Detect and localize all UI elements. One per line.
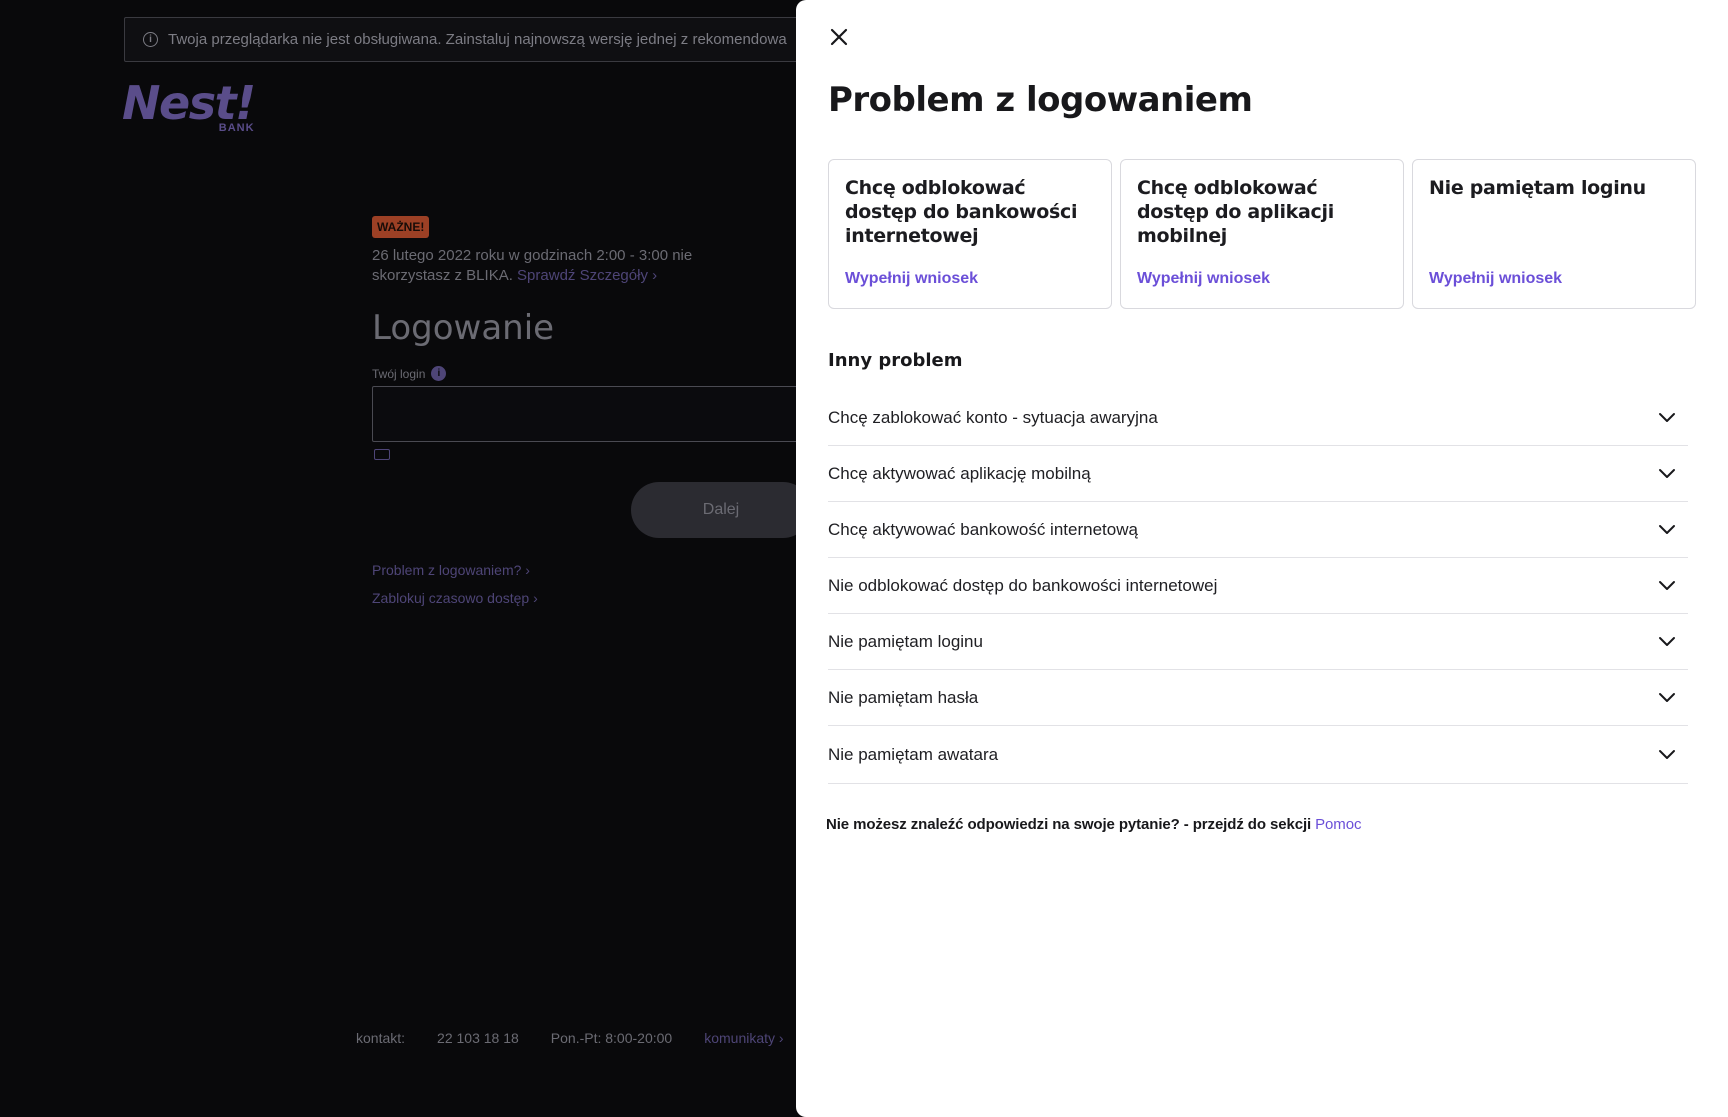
faq-label: Chcę aktywować bankowość internetową xyxy=(828,519,1138,539)
notice-details-link-label: Sprawdź Szczegóły xyxy=(517,267,648,284)
chevron-down-icon xyxy=(1658,412,1676,424)
close-button[interactable] xyxy=(826,24,852,50)
login-problem-link[interactable]: Problem z logowaniem? › xyxy=(372,562,530,578)
footer-messages-link[interactable]: komunikaty › xyxy=(704,1030,783,1046)
help-section-link[interactable]: Pomoc xyxy=(1315,816,1361,833)
chevron-down-icon xyxy=(1658,749,1676,761)
next-button[interactable]: Dalej xyxy=(631,482,811,538)
footer-hours: Pon.-Pt: 8:00-20:00 xyxy=(550,1030,673,1046)
login-field-label: Twój login i xyxy=(372,366,447,381)
close-icon xyxy=(830,28,848,46)
logo-main-text: Nest! xyxy=(122,76,256,130)
card-title: Nie pamiętam loginu xyxy=(1429,177,1646,199)
help-text: Nie możesz znaleźć odpowiedzi na swoje p… xyxy=(826,816,1316,833)
faq-label: Nie pamiętam awatara xyxy=(828,744,999,764)
footer: kontakt: 22 103 18 18 Pon.-Pt: 8:00-20:0… xyxy=(356,1030,784,1046)
unsupported-browser-banner: i Twoja przeglądarka nie jest obsługiwan… xyxy=(124,17,824,62)
faq-accordion: Chcę zablokować konto - sytuacja awaryjn… xyxy=(828,390,1688,784)
login-input[interactable] xyxy=(372,386,832,442)
footer-phone: 22 103 18 18 xyxy=(437,1030,519,1046)
footer-contact-label: kontakt: xyxy=(356,1030,406,1046)
card-unlock-internet-banking[interactable]: Chcę odblokować dostęp do bankowości int… xyxy=(828,159,1112,309)
info-icon: i xyxy=(143,32,158,47)
login-title: Logowanie xyxy=(372,308,555,348)
login-label-text: Twój login xyxy=(372,366,426,381)
panel-title: Problem z logowaniem xyxy=(828,80,1253,120)
temporary-block-link[interactable]: Zablokuj czasowo dostęp › xyxy=(372,590,538,606)
nest-bank-logo: Nest! BANK xyxy=(122,76,256,134)
important-badge: WAŻNE! xyxy=(372,216,430,238)
chevron-down-icon xyxy=(1658,692,1676,704)
fill-request-link[interactable]: Wypełnij wniosek xyxy=(1137,270,1270,288)
chevron-down-icon xyxy=(1658,580,1676,592)
card-forgot-login[interactable]: Nie pamiętam loginu Wypełnij wniosek xyxy=(1412,159,1696,309)
login-info-icon[interactable]: i xyxy=(431,366,447,381)
faq-item-forgot-avatar[interactable]: Nie pamiętam awatara xyxy=(828,726,1688,784)
login-problem-link-label: Problem z logowaniem? xyxy=(372,562,522,578)
faq-item-activate-mobile-app[interactable]: Chcę aktywować aplikację mobilną xyxy=(828,446,1688,502)
faq-label: Chcę zablokować konto - sytuacja awaryjn… xyxy=(828,407,1158,427)
other-problem-heading: Inny problem xyxy=(828,350,963,371)
faq-item-activate-internet-banking[interactable]: Chcę aktywować bankowość internetową xyxy=(828,502,1688,558)
notice-details-link[interactable]: Sprawdź Szczegóły › xyxy=(517,267,657,284)
faq-item-block-account[interactable]: Chcę zablokować konto - sytuacja awaryjn… xyxy=(828,390,1688,446)
faq-label: Nie odblokować dostęp do bankowości inte… xyxy=(828,575,1218,595)
chevron-right-icon: › xyxy=(778,1030,784,1046)
chevron-right-icon: › xyxy=(525,562,530,578)
help-line: Nie możesz znaleźć odpowiedzi na swoje p… xyxy=(826,816,1361,833)
browser-banner-text: Twoja przeglądarka nie jest obsługiwana.… xyxy=(168,31,787,48)
card-title: Chcę odblokować dostęp do aplikacji mobi… xyxy=(1137,177,1334,247)
faq-item-forgot-login[interactable]: Nie pamiętam loginu xyxy=(828,614,1688,670)
footer-messages-label: komunikaty xyxy=(704,1030,776,1046)
card-unlock-mobile-app[interactable]: Chcę odblokować dostęp do aplikacji mobi… xyxy=(1120,159,1404,309)
problem-cards: Chcę odblokować dostęp do bankowości int… xyxy=(828,159,1696,309)
important-notice: WAŻNE! 26 lutego 2022 roku w godzinach 2… xyxy=(372,216,752,286)
faq-label: Nie pamiętam hasła xyxy=(828,687,979,707)
faq-label: Nie pamiętam loginu xyxy=(828,631,983,651)
card-title: Chcę odblokować dostęp do bankowości int… xyxy=(845,177,1078,247)
faq-item-unlock-internet-banking[interactable]: Nie odblokować dostęp do bankowości inte… xyxy=(828,558,1688,614)
fill-request-link[interactable]: Wypełnij wniosek xyxy=(1429,270,1562,288)
chevron-down-icon xyxy=(1658,524,1676,536)
virtual-keyboard-icon[interactable] xyxy=(374,449,390,460)
chevron-down-icon xyxy=(1658,636,1676,648)
faq-item-forgot-password[interactable]: Nie pamiętam hasła xyxy=(828,670,1688,726)
temporary-block-link-label: Zablokuj czasowo dostęp xyxy=(372,590,530,606)
chevron-down-icon xyxy=(1658,468,1676,480)
faq-label: Chcę aktywować aplikację mobilną xyxy=(828,463,1091,483)
fill-request-link[interactable]: Wypełnij wniosek xyxy=(845,270,978,288)
chevron-right-icon: › xyxy=(652,267,658,284)
chevron-right-icon: › xyxy=(533,590,538,606)
notice-text-block: 26 lutego 2022 roku w godzinach 2:00 - 3… xyxy=(372,246,752,286)
